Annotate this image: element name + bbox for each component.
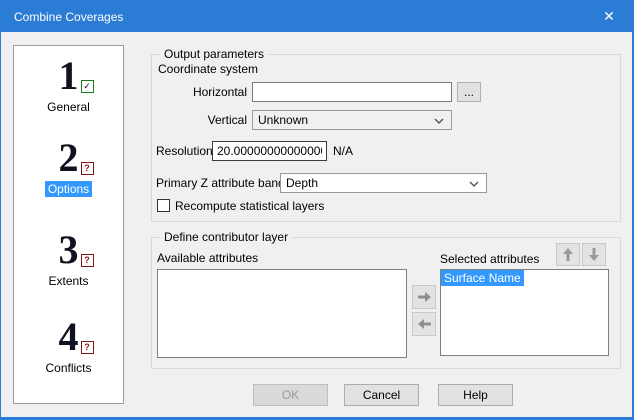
step-1-number: 1 [59, 53, 79, 98]
step-1-label: General [44, 99, 93, 115]
wizard-step-list: 1 ✓ General 2 ? Options 3 ? Extents 4 ? [13, 45, 124, 404]
sidebar-item-general[interactable]: 1 ✓ General [14, 58, 123, 114]
add-attribute-button[interactable] [412, 285, 436, 309]
resolution-input[interactable] [212, 141, 327, 161]
selected-attributes-label: Selected attributes [440, 252, 539, 266]
combine-coverages-dialog: Combine Coverages ✕ 1 ✓ General 2 ? Opti… [0, 0, 634, 420]
vertical-coordinate-select[interactable]: Unknown [252, 110, 452, 130]
close-icon[interactable]: ✕ [586, 1, 632, 32]
resolution-units-label: N/A [333, 144, 353, 158]
step-3-label: Extents [45, 273, 91, 289]
horizontal-coordinate-input[interactable] [252, 82, 452, 102]
browse-button[interactable]: ... [457, 82, 481, 102]
arrow-right-icon [418, 292, 431, 302]
move-down-button[interactable] [582, 243, 606, 266]
available-attributes-list[interactable] [157, 269, 407, 358]
step-4-number: 4 [59, 314, 79, 359]
move-up-button[interactable] [556, 243, 580, 266]
title-bar: Combine Coverages ✕ [1, 1, 632, 32]
help-button[interactable]: Help [438, 384, 513, 406]
chevron-down-icon [469, 181, 479, 187]
selected-attributes-list[interactable]: Surface Name [440, 269, 609, 356]
primary-z-attribute-band-label: Primary Z attribute band [156, 176, 285, 190]
chevron-down-icon [434, 118, 444, 124]
output-parameters-group-title: Output parameters [160, 47, 268, 61]
available-attributes-label: Available attributes [157, 251, 258, 265]
ok-button[interactable]: OK [253, 384, 328, 406]
primary-z-attribute-band-select[interactable]: Depth [280, 173, 487, 193]
arrow-up-icon [563, 248, 573, 261]
primary-z-selected-value: Depth [286, 176, 318, 190]
step-question-icon: ? [81, 162, 94, 175]
step-2-label: Options [45, 181, 92, 197]
step-complete-check-icon: ✓ [81, 80, 94, 93]
sidebar-item-options[interactable]: 2 ? Options [14, 140, 123, 196]
window-title: Combine Coverages [14, 10, 123, 24]
step-2-number: 2 [59, 135, 79, 180]
list-item[interactable]: Surface Name [441, 270, 524, 286]
step-question-icon: ? [81, 254, 94, 267]
step-4-label: Conflicts [42, 360, 94, 376]
arrow-down-icon [589, 248, 599, 261]
recompute-statistical-layers-label: Recompute statistical layers [175, 199, 324, 213]
cancel-button[interactable]: Cancel [344, 384, 419, 406]
define-contributor-layer-group: Define contributor layer Available attri… [151, 237, 621, 369]
step-question-icon: ? [81, 341, 94, 354]
sidebar-item-conflicts[interactable]: 4 ? Conflicts [14, 319, 123, 375]
horizontal-label: Horizontal [152, 85, 247, 99]
vertical-label: Vertical [152, 113, 247, 127]
recompute-statistical-layers-checkbox[interactable] [157, 199, 170, 212]
output-parameters-group: Output parameters Coordinate system Hori… [151, 54, 621, 222]
step-3-number: 3 [59, 227, 79, 272]
sidebar-item-extents[interactable]: 3 ? Extents [14, 232, 123, 288]
remove-attribute-button[interactable] [412, 312, 436, 336]
define-contributor-layer-group-title: Define contributor layer [160, 230, 292, 244]
arrow-left-icon [418, 319, 431, 329]
coordinate-system-label: Coordinate system [158, 62, 258, 76]
vertical-selected-value: Unknown [258, 113, 308, 127]
resolution-label: Resolution [156, 144, 213, 158]
